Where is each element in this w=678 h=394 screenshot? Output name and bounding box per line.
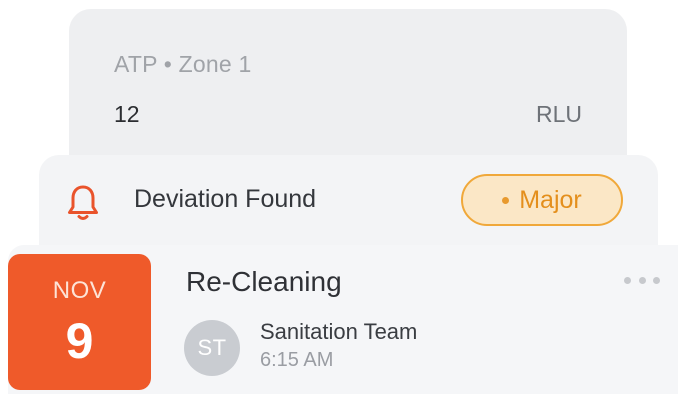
task-card[interactable]: NOV 9 Re-Cleaning ST Sanitation Team 6:1… [8, 245, 678, 394]
severity-dot [502, 196, 510, 204]
assignee-time: 6:15 AM [260, 349, 334, 371]
atp-unit: RLU [535, 101, 582, 127]
atp-zone-label: ATP • Zone 1 [114, 51, 252, 77]
more-dot [653, 276, 660, 284]
more-horizontal-icon[interactable] [624, 275, 660, 285]
deviation-title: Deviation Found [134, 185, 317, 213]
date-day: 9 [65, 313, 94, 369]
bell-icon [68, 185, 98, 220]
task-title: Re-Cleaning [186, 266, 342, 297]
date-tile: NOV 9 [8, 254, 151, 390]
date-month: NOV [52, 277, 107, 304]
more-dot [638, 276, 646, 284]
stacked-cards: ATP • Zone 1 12 RLU Deviation Found Majo… [0, 0, 678, 394]
avatar: ST [184, 320, 240, 376]
assignee-name: Sanitation Team [260, 319, 418, 344]
severity-label: Major [519, 185, 582, 214]
severity-badge[interactable]: Major [461, 174, 623, 226]
more-dot [624, 276, 631, 284]
atp-value: 12 [114, 101, 140, 127]
